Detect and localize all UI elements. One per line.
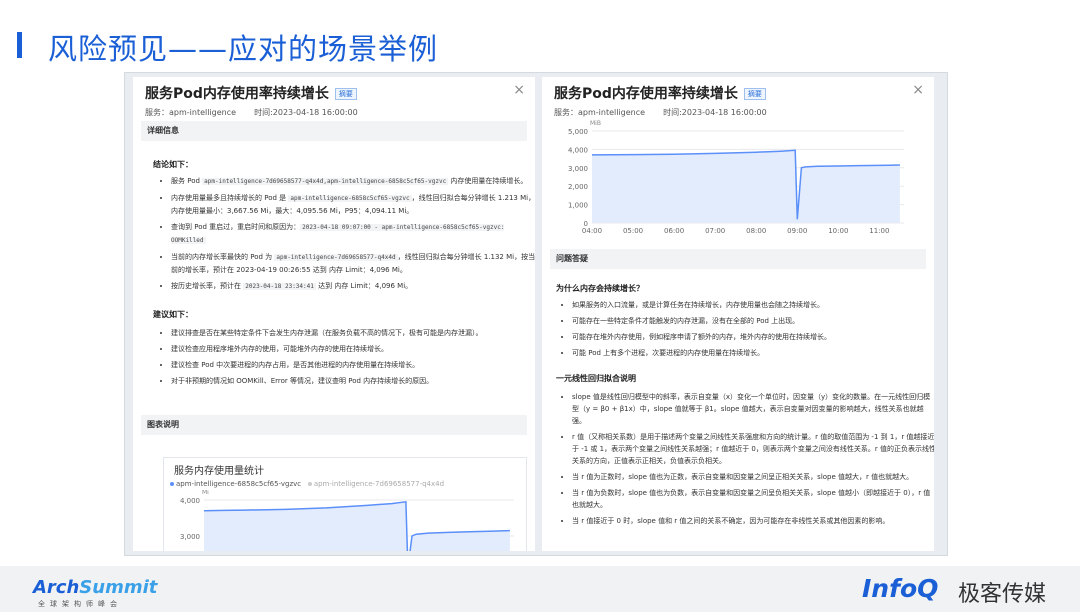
memory-chart-card: 服务内存使用量统计 apm-intelligence-6858c5cf65-vg…	[163, 457, 527, 551]
conclusion-heading: 结论如下：	[153, 160, 193, 169]
close-icon[interactable]: ×	[912, 82, 924, 98]
title-accent-bar	[17, 32, 22, 58]
right-alert-panel: 服务Pod内存使用率持续增长 摘要 × 服务：apm-intelligence 时间…	[542, 77, 934, 551]
y-tick-label: 3,000	[180, 533, 200, 541]
service-label: 服务：apm-intelligence	[145, 108, 237, 117]
y-tick-label: 4,000	[568, 146, 588, 154]
conclusion-list: 服务 Pod apm-intelligence-7d69658577-q4x4d…	[155, 175, 535, 297]
y-tick-label: 4,000	[180, 497, 200, 505]
list-item: 当前的内存增长率最快的 Pod 为 apm-intelligence-7d696…	[171, 251, 535, 276]
list-item: 当 r 值为正数时，slope 值也为正数，表示自变量和因变量之间呈正相关关系，…	[572, 471, 934, 483]
time-label: 时间:2023-04-18 16:00:00	[254, 108, 358, 117]
infoq-cn-logo: 极客传媒	[958, 582, 1047, 607]
panel-meta: 服务：apm-intelligence 时间:2023-04-18 16:00:0…	[145, 107, 376, 118]
x-tick-label: 05:00	[623, 227, 643, 235]
question-2: 一元线性回归拟合说明	[556, 374, 636, 383]
screenshot-frame: 服务Pod内存使用率持续增长 摘要 × 服务：apm-intelligence 时间…	[124, 72, 948, 556]
suggest-heading: 建议如下：	[153, 310, 193, 319]
list-item: 内存使用量最多且持续增长的 Pod 是 apm-intelligence-685…	[171, 192, 535, 217]
memory-line-chart-left: 2,0003,0004,000Mi	[180, 490, 514, 551]
y-tick-label: 2,000	[568, 183, 588, 191]
x-tick-label: 11:00	[869, 227, 889, 235]
list-item: 对于非预期的情况如 OOMKill、Error 等情况，建议查明 Pod 内存持…	[171, 375, 535, 387]
legend-item[interactable]: apm-intelligence-6858c5cf65-vgzvc	[170, 480, 301, 488]
chart-title: 服务内存使用量统计	[174, 466, 264, 477]
service-label: 服务：apm-intelligence	[554, 108, 646, 117]
x-tick-label: 04:00	[582, 227, 602, 235]
list-item: 建议排查是否在某些特定条件下会发生内存泄漏（在服务负载不高的情况下，极有可能是内…	[171, 327, 535, 339]
y-unit-label: Mi	[202, 490, 209, 496]
answer-1-list: 如果服务的入口流量，或是计算任务在持续增长，内存使用量也会随之持续增长。 可能存…	[556, 299, 934, 363]
list-item: 可能 Pod 上有多个进程，次要进程的内存使用量在持续增长。	[572, 347, 934, 359]
y-tick-label: 5,000	[568, 128, 588, 136]
y-tick-label: 1,000	[568, 202, 588, 210]
x-tick-label: 09:00	[787, 227, 807, 235]
list-item: 服务 Pod apm-intelligence-7d69658577-q4x4d…	[171, 175, 535, 188]
time-label: 时间:2023-04-18 16:00:00	[663, 108, 767, 117]
list-item: 可能存在一些特定条件才能触发的内存泄漏，没有在全部的 Pod 上出现。	[572, 315, 934, 327]
question-1: 为什么内存会持续增长？	[556, 284, 644, 293]
left-alert-panel: 服务Pod内存使用率持续增长 摘要 × 服务：apm-intelligence 时间…	[133, 77, 535, 551]
summary-tag[interactable]: 摘要	[334, 88, 357, 100]
section-qa: 问题答疑	[550, 249, 926, 269]
x-tick-label: 07:00	[705, 227, 725, 235]
list-item: r 值（又称相关系数）是用于描述两个变量之间线性关系强度和方向的统计量。r 值的…	[572, 431, 934, 467]
chart-legend: apm-intelligence-6858c5cf65-vgzvc apm-in…	[170, 480, 444, 488]
slide-title: 风险预见——应对的场景举例	[48, 32, 439, 66]
x-tick-label: 10:00	[828, 227, 848, 235]
close-icon[interactable]: ×	[513, 82, 525, 98]
series-area	[592, 150, 900, 223]
series-area	[204, 501, 510, 551]
section-detail: 详细信息	[141, 121, 527, 141]
list-item: 按历史增长率，预计在 2023-04-18 23:34:41 达到 内存 Lim…	[171, 280, 535, 293]
list-item: 建议检查应用程序堆外内存的使用，可能堆外内存的使用在持续增长。	[171, 343, 535, 355]
x-tick-label: 06:00	[664, 227, 684, 235]
list-item: 可能存在堆外内存使用，例如程序申请了额外的内存，堆外内存的使用在持续增长。	[572, 331, 934, 343]
legend-item[interactable]: apm-intelligence-7d69658577-q4x4d	[307, 480, 444, 488]
panel-title: 服务Pod内存使用率持续增长 摘要	[145, 83, 357, 103]
list-item: 建议检查 Pod 中次要进程的内存占用，是否其他进程的内存使用量在持续增长。	[171, 359, 535, 371]
y-tick-label: 3,000	[568, 165, 588, 173]
x-tick-label: 08:00	[746, 227, 766, 235]
list-item: 当 r 值为负数时，slope 值也为负数，表示自变量和因变量之间呈负相关关系，…	[572, 487, 934, 511]
list-item: slope 值是线性回归模型中的斜率，表示自变量（x）变化一个单位时，因变量（y…	[572, 391, 934, 427]
answer-2-list: slope 值是线性回归模型中的斜率，表示自变量（x）变化一个单位时，因变量（y…	[556, 391, 934, 531]
list-item: 如果服务的入口流量，或是计算任务在持续增长，内存使用量也会随之持续增长。	[572, 299, 934, 311]
panel-title: 服务Pod内存使用率持续增长 摘要	[554, 83, 766, 103]
list-item: 当 r 值接近于 0 时，slope 值和 r 值之间的关系不确定，因为可能存在…	[572, 515, 934, 527]
memory-line-chart-right: 01,0002,0003,0004,0005,000MiB04:00 05:00 0…	[568, 120, 904, 235]
infoq-logo: InfoQ	[862, 574, 939, 603]
suggest-list: 建议排查是否在某些特定条件下会发生内存泄漏（在服务负载不高的情况下，极有可能是内…	[155, 327, 535, 391]
summary-tag[interactable]: 摘要	[743, 88, 766, 100]
archsummit-subtitle: 全球架构师峰会	[38, 600, 122, 608]
list-item: 查询到 Pod 重启过，重启时间和原因为：2023-04-18 09:07:00…	[171, 221, 535, 247]
y-unit-label: MiB	[590, 120, 601, 127]
archsummit-logo: ArchSummit	[33, 577, 158, 598]
section-chart: 图表说明	[141, 415, 527, 435]
